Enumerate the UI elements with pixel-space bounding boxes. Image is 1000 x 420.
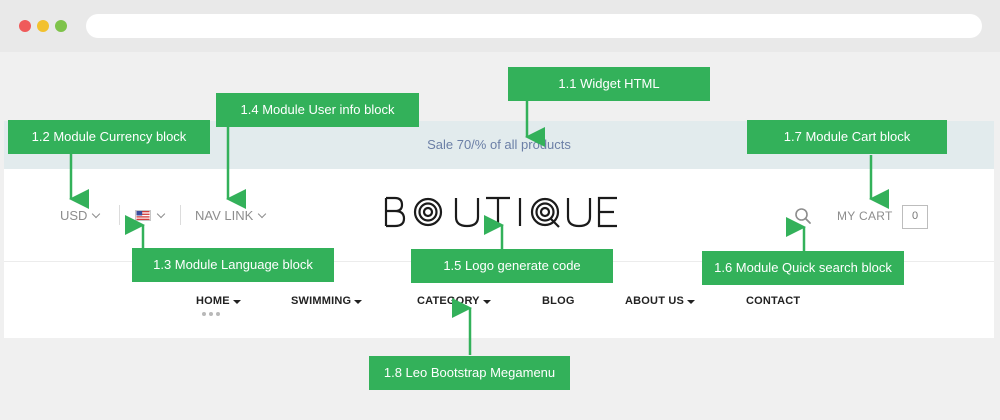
currency-label: USD [60,208,88,223]
callout-quick-search-block: 1.6 Module Quick search block [702,251,904,285]
chevron-down-icon [156,209,166,218]
address-bar[interactable] [86,14,982,38]
chevron-down-icon [92,209,101,218]
caret-down-icon [687,299,696,304]
us-flag-icon [135,210,151,221]
active-indicator [202,312,220,316]
menu-item-home[interactable]: HOME [196,295,241,307]
menu-item-swimming[interactable]: SWIMMING [291,295,363,307]
caret-down-icon [482,299,491,304]
menu-item-label: SWIMMING [291,295,352,307]
browser-chrome [0,0,1000,52]
menu-item-label: ABOUT US [625,295,685,307]
cart-count-badge[interactable]: 0 [902,205,928,229]
callout-megamenu: 1.8 Leo Bootstrap Megamenu [369,356,570,390]
window-maximize-dot[interactable] [55,20,67,32]
caret-down-icon [232,299,241,304]
menu-item-category[interactable]: CATEGORY [417,295,491,307]
language-selector[interactable] [135,209,166,221]
callout-logo-code: 1.5 Logo generate code [411,249,613,283]
divider [119,205,120,225]
search-icon[interactable] [794,207,812,225]
callout-currency-block: 1.2 Module Currency block [8,120,210,154]
menu-item-label: CATEGORY [417,295,480,307]
callout-user-info-block: 1.4 Module User info block [216,93,419,127]
cart-label[interactable]: MY CART [837,209,893,223]
caret-down-icon [354,299,363,304]
callout-language-block: 1.3 Module Language block [132,248,334,282]
nav-link-label: NAV LINK [195,208,254,223]
menu-item-label: HOME [196,295,230,307]
callout-cart-block: 1.7 Module Cart block [747,120,947,154]
menu-item-contact[interactable]: CONTACT [746,295,800,307]
boutique-logo[interactable] [382,195,622,229]
callout-widget-html: 1.1 Widget HTML [508,67,710,101]
menu-item-label: CONTACT [746,295,801,307]
menu-item-blog[interactable]: BLOG [542,295,575,307]
user-nav-link[interactable]: NAV LINK [195,208,267,223]
menu-item-about-us[interactable]: ABOUT US [625,295,696,307]
menu-item-label: BLOG [542,295,575,307]
currency-selector[interactable]: USD [60,208,101,223]
window-close-dot[interactable] [19,20,31,32]
window-minimize-dot[interactable] [37,20,49,32]
divider [180,205,181,225]
chevron-down-icon [258,209,267,218]
